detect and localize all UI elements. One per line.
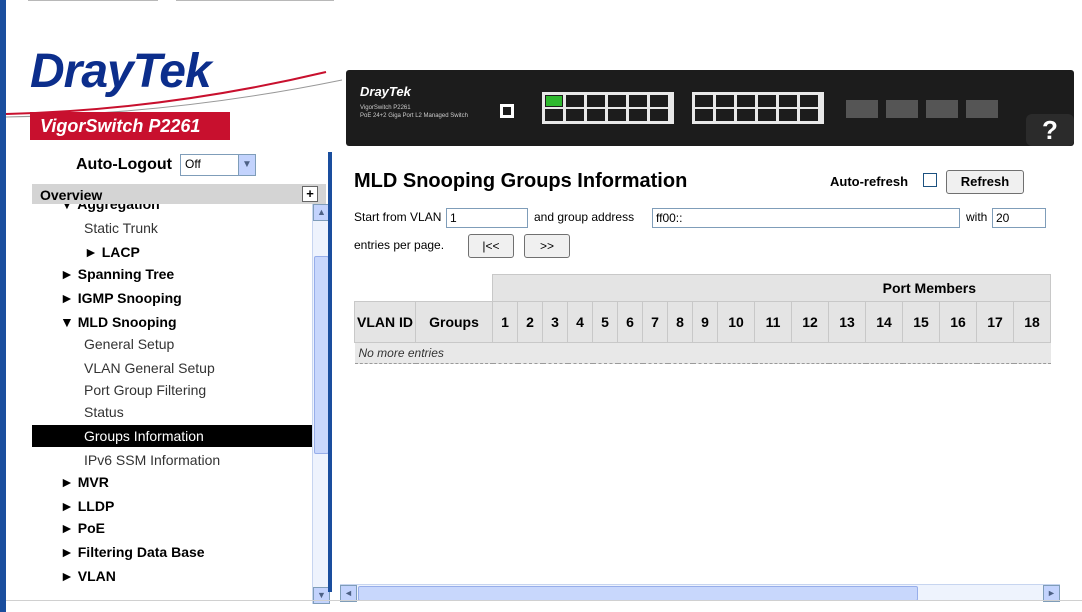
port-header: 14	[865, 301, 903, 343]
sidebar-item-poe[interactable]: ► PoE	[60, 520, 105, 536]
refresh-button[interactable]: Refresh	[946, 170, 1024, 194]
help-button[interactable]: ?	[1026, 114, 1074, 146]
overview-header[interactable]: Overview +	[32, 184, 326, 204]
group-address-value: ff00::	[656, 211, 683, 225]
group-address-label: and group address	[534, 210, 635, 224]
horizontal-scrollbar[interactable]: ◄ ►	[340, 584, 1060, 602]
overview-label: Overview	[40, 187, 103, 203]
table-header-spacer	[354, 274, 493, 302]
frame-divider[interactable]	[328, 152, 332, 592]
port-header: 3	[542, 301, 568, 343]
port-header: 13	[828, 301, 866, 343]
port-header: 15	[902, 301, 940, 343]
empty-table-message: No more entries	[354, 342, 1051, 364]
group-address-input[interactable]: ff00::	[652, 208, 960, 228]
port-header: 11	[754, 301, 792, 343]
header-banner: DrayTek VigorSwitch P2261 DrayTek VigorS…	[6, 14, 1076, 146]
sidebar-item-port-group-filtering[interactable]: Port Group Filtering	[84, 382, 206, 398]
port-header: 6	[617, 301, 643, 343]
sidebar: Auto-Logout Off ▼ Overview + ▼ Aggregati…	[6, 146, 330, 612]
auto-logout-select[interactable]: Off ▼	[180, 154, 256, 176]
first-page-button[interactable]: |<<	[468, 234, 514, 258]
port-header: 2	[517, 301, 543, 343]
sidebar-item-label: Groups Information	[84, 428, 204, 444]
nav-tree: ▼ Aggregation Static Trunk ► LACP ► Span…	[32, 204, 314, 604]
sidebar-item-lacp[interactable]: ► LACP	[84, 244, 140, 260]
groups-table-container: Port Members VLAN ID Groups 1 2 3 4 5 6 …	[354, 274, 1062, 566]
sidebar-item-groups-information[interactable]: Groups Information	[32, 425, 314, 447]
port-header: 5	[592, 301, 618, 343]
port-header: 7	[642, 301, 668, 343]
main-content: MLD Snooping Groups Information Auto-ref…	[340, 146, 1076, 592]
port-header: 4	[567, 301, 593, 343]
port-header: 12	[791, 301, 829, 343]
sidebar-item-vlan[interactable]: ► VLAN	[60, 568, 116, 584]
entries-count-value: 20	[996, 211, 1010, 225]
port-header: 18	[1013, 301, 1051, 343]
start-vlan-label: Start from VLAN	[354, 210, 442, 224]
sidebar-scrollbar[interactable]: ▲ ▼	[312, 204, 330, 604]
entries-count-input[interactable]: 20	[992, 208, 1046, 228]
port-array-icon	[500, 92, 998, 124]
tab-outline	[28, 0, 158, 1]
switch-front-panel: DrayTek VigorSwitch P2261 PoE 24+2 Giga …	[346, 70, 1074, 146]
sidebar-item-status[interactable]: Status	[84, 404, 124, 420]
page-title: MLD Snooping Groups Information	[354, 170, 688, 192]
groups-table: Port Members VLAN ID Groups 1 2 3 4 5 6 …	[354, 274, 1051, 364]
sidebar-item-aggregation[interactable]: ▼ Aggregation	[60, 204, 160, 212]
sidebar-item-lldp[interactable]: ► LLDP	[60, 498, 114, 514]
auto-logout-label: Auto-Logout	[76, 156, 172, 173]
entries-per-page-label: entries per page.	[354, 238, 445, 252]
sidebar-item-mld-snooping[interactable]: ▼ MLD Snooping	[60, 314, 177, 330]
port-header: 17	[976, 301, 1014, 343]
bottom-divider	[6, 600, 1082, 601]
auto-refresh-label: Auto-refresh	[830, 174, 909, 189]
next-page-button[interactable]: >>	[524, 234, 570, 258]
port-header: 16	[939, 301, 977, 343]
tab-outline	[176, 0, 334, 1]
port-header: 8	[667, 301, 693, 343]
sidebar-item-mvr[interactable]: ► MVR	[60, 474, 109, 490]
sidebar-item-spanning-tree[interactable]: ► Spanning Tree	[60, 266, 174, 282]
sidebar-item-filtering-data-base[interactable]: ► Filtering Data Base	[60, 544, 205, 560]
expand-plus-icon[interactable]: +	[302, 186, 318, 202]
start-vlan-value: 1	[450, 211, 457, 225]
with-label: with	[966, 210, 988, 224]
auto-refresh-checkbox[interactable]	[923, 173, 937, 187]
scroll-thumb[interactable]	[358, 586, 918, 601]
auto-logout-value: Off	[185, 157, 201, 171]
sidebar-item-static-trunk[interactable]: Static Trunk	[84, 220, 158, 236]
chevron-down-icon[interactable]: ▼	[238, 155, 255, 175]
model-bar: VigorSwitch P2261	[30, 112, 230, 140]
sidebar-item-vlan-general-setup[interactable]: VLAN General Setup	[84, 360, 215, 376]
port-header: 1	[492, 301, 518, 343]
start-vlan-input[interactable]: 1	[446, 208, 528, 228]
sidebar-item-general-setup[interactable]: General Setup	[84, 336, 174, 352]
sidebar-item-ipv6-ssm-information[interactable]: IPv6 SSM Information	[84, 452, 220, 468]
port-header: 9	[692, 301, 718, 343]
browser-top-strip	[0, 0, 1082, 14]
groups-header: Groups	[415, 301, 493, 343]
sidebar-item-igmp-snooping[interactable]: ► IGMP Snooping	[60, 290, 182, 306]
model-name: VigorSwitch P2261	[40, 116, 201, 136]
port-header: 10	[717, 301, 755, 343]
vlan-id-header: VLAN ID	[354, 301, 416, 343]
scroll-thumb[interactable]	[314, 256, 329, 454]
port-members-header: Port Members	[492, 274, 1051, 302]
